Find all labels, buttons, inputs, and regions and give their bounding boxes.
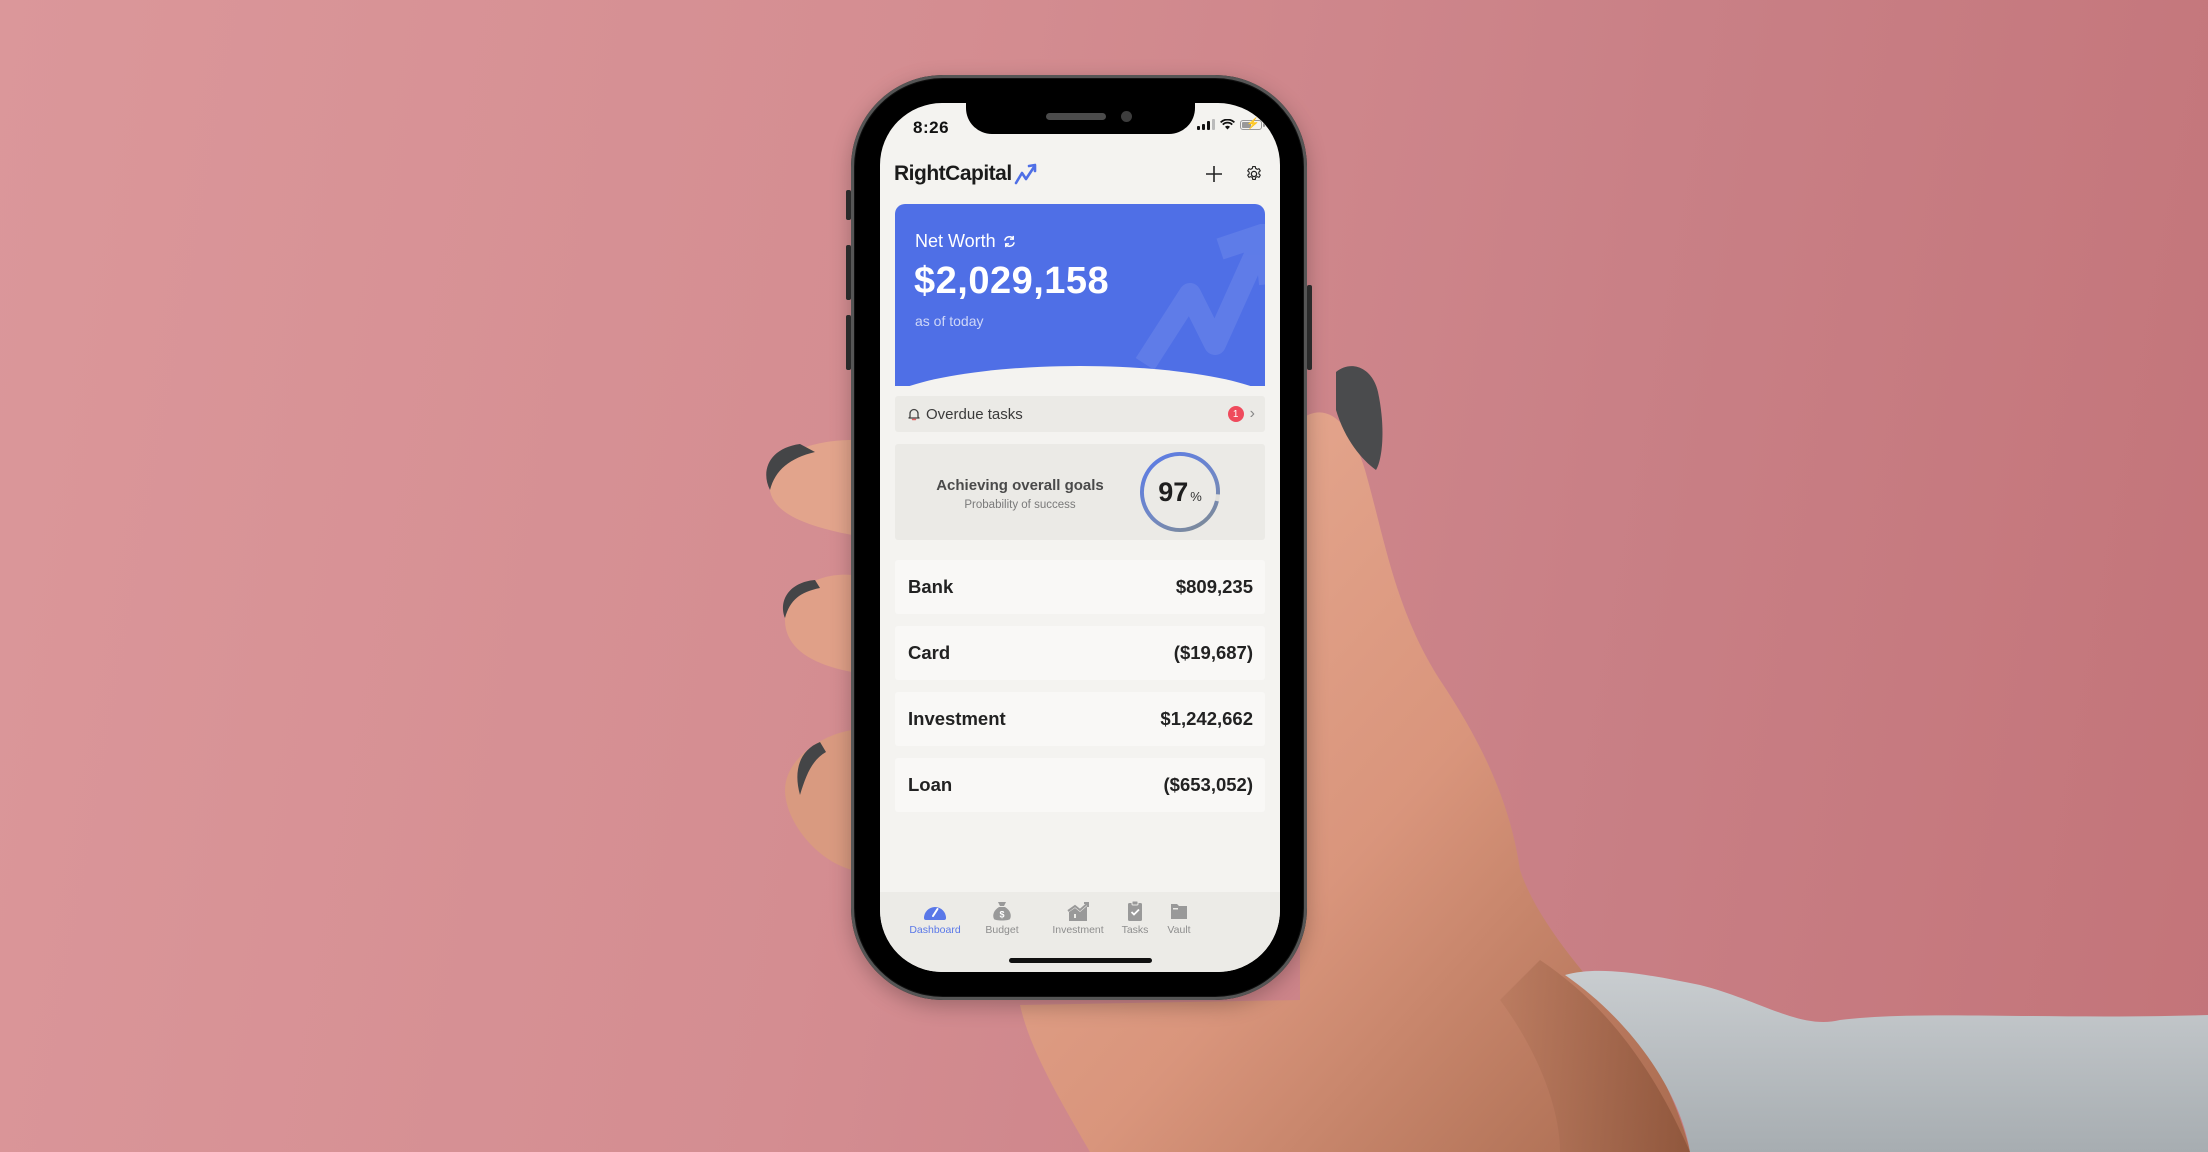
goals-unit: % bbox=[1190, 488, 1202, 504]
tab-dashboard[interactable]: Dashboard bbox=[900, 900, 970, 936]
speaker bbox=[1046, 113, 1106, 120]
home-indicator[interactable] bbox=[1009, 958, 1152, 963]
account-name: Bank bbox=[908, 576, 954, 597]
account-row-investment[interactable]: Investment $1,242,662 bbox=[895, 692, 1265, 746]
account-name: Loan bbox=[908, 774, 953, 795]
notch bbox=[966, 103, 1195, 134]
tab-label: Budget bbox=[985, 924, 1019, 936]
overdue-tasks-row[interactable]: Overdue tasks 1 › bbox=[895, 396, 1265, 432]
side-button-volume-down bbox=[846, 315, 851, 370]
svg-text:$: $ bbox=[999, 910, 1004, 920]
account-value: ($19,687) bbox=[1173, 642, 1253, 663]
tab-label: Dashboard bbox=[909, 924, 961, 936]
tab-budget[interactable]: $ Budget bbox=[967, 900, 1037, 936]
account-value: $1,242,662 bbox=[1160, 708, 1253, 729]
settings-button[interactable] bbox=[1242, 162, 1266, 186]
account-row-loan[interactable]: Loan ($653,052) bbox=[895, 758, 1265, 812]
account-name: Card bbox=[908, 642, 951, 663]
goals-subtitle: Probability of success bbox=[964, 499, 1076, 511]
account-name: Investment bbox=[908, 708, 1006, 729]
net-worth-value: $2,029,158 bbox=[914, 260, 1110, 302]
goals-value: 97 bbox=[1158, 476, 1189, 507]
side-button-power bbox=[1307, 285, 1312, 370]
brand-logo: RightCapital bbox=[894, 162, 1012, 185]
account-value: $809,235 bbox=[1175, 576, 1253, 597]
account-row-card[interactable]: Card ($19,687) bbox=[895, 626, 1265, 680]
app-header: RightCapital bbox=[894, 159, 1266, 189]
plus-icon bbox=[1206, 166, 1222, 182]
net-worth-card[interactable]: Net Worth $2,029,158 as of today bbox=[895, 204, 1265, 386]
tab-vault[interactable]: Vault bbox=[1144, 900, 1214, 936]
account-value: ($653,052) bbox=[1163, 774, 1253, 795]
folder-icon bbox=[1171, 904, 1187, 919]
chart-growth-icon bbox=[1067, 902, 1089, 921]
side-button-silent bbox=[846, 190, 851, 220]
cellular-signal-icon bbox=[1197, 119, 1215, 130]
watermark-arrow-icon bbox=[1135, 224, 1265, 370]
add-button[interactable] bbox=[1202, 162, 1226, 186]
overdue-label: Overdue tasks bbox=[926, 405, 1023, 423]
net-worth-label: Net Worth bbox=[915, 231, 1016, 252]
gear-icon bbox=[1247, 165, 1261, 181]
account-row-bank[interactable]: Bank $809,235 bbox=[895, 560, 1265, 614]
chevron-right-icon: › bbox=[1249, 405, 1255, 422]
refresh-icon[interactable] bbox=[1003, 235, 1016, 248]
dashboard-gauge-icon bbox=[924, 907, 946, 920]
status-icons: ⚡ bbox=[1197, 118, 1265, 130]
logo-arrow-icon bbox=[1014, 163, 1036, 185]
bell-icon bbox=[908, 408, 920, 421]
overdue-count-badge: 1 bbox=[1227, 406, 1244, 422]
front-camera bbox=[1121, 111, 1132, 122]
wifi-icon bbox=[1220, 119, 1235, 130]
net-worth-subtitle: as of today bbox=[915, 313, 984, 329]
tab-label: Vault bbox=[1167, 924, 1191, 936]
phone-screen: 8:26 ⚡ RightCapital Net Worth $2,029,158… bbox=[880, 103, 1280, 972]
goals-percent: 97 % bbox=[1138, 450, 1222, 534]
goals-title: Achieving overall goals bbox=[936, 477, 1104, 494]
status-time: 8:26 bbox=[913, 118, 950, 137]
battery-charging-icon: ⚡ bbox=[1240, 118, 1265, 130]
goals-card[interactable]: Achieving overall goals Probability of s… bbox=[895, 444, 1265, 540]
money-bag-icon: $ bbox=[993, 902, 1011, 921]
side-button-volume-up bbox=[846, 245, 851, 300]
